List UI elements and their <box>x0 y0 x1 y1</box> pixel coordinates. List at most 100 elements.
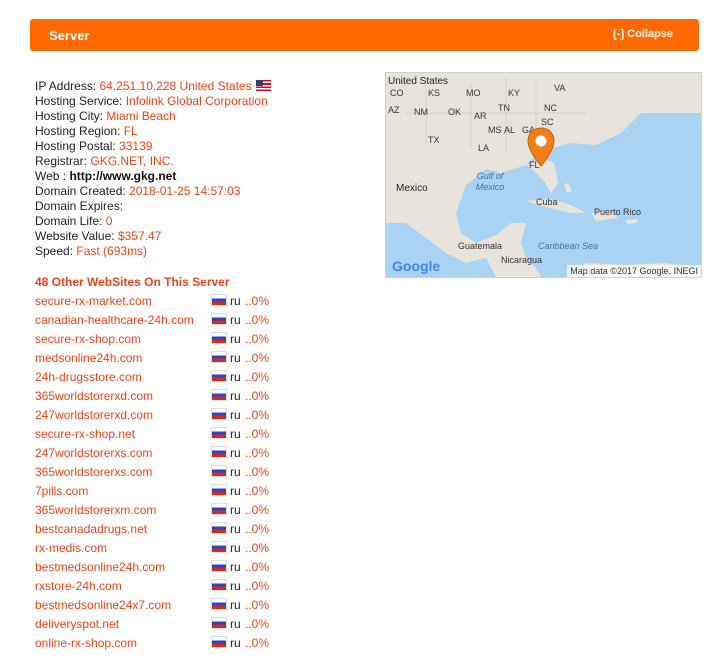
ip-address-value: 64.251.10.228 United States <box>99 79 252 93</box>
country-code: ru <box>230 294 241 308</box>
site-link[interactable]: 247worldstorerxs.com <box>35 446 152 460</box>
list-item: secure-rx-market.com ru ..0% <box>35 292 295 311</box>
country-code: ru <box>230 484 241 498</box>
site-link[interactable]: secure-rx-shop.com <box>35 332 141 346</box>
site-link[interactable]: 365worldstorerxm.com <box>35 503 156 517</box>
percentage-value: ..0% <box>245 351 270 365</box>
site-link[interactable]: secure-rx-shop.net <box>35 427 135 441</box>
percentage-value: ..0% <box>245 636 270 650</box>
location-marker-icon[interactable] <box>527 127 555 167</box>
site-link[interactable]: 247worldstorerxd.com <box>35 408 153 422</box>
country-code: ru <box>230 541 241 555</box>
list-item: medsonline24h.com ru ..0% <box>35 349 295 368</box>
hosting-service-label: Hosting Service: <box>35 94 126 108</box>
site-link[interactable]: bestmedsonline24h.com <box>35 560 165 574</box>
russia-flag-icon <box>211 541 227 553</box>
map-label-caribbean: Caribbean Sea <box>538 241 599 251</box>
country-code: ru <box>230 636 241 650</box>
site-link[interactable]: online-rx-shop.com <box>35 636 137 650</box>
domain-created-label: Domain Created: <box>35 184 130 198</box>
site-link[interactable]: 365worldstorerxs.com <box>35 465 152 479</box>
site-link[interactable]: rx-medis.com <box>35 541 107 555</box>
percentage-value: ..0% <box>245 503 270 517</box>
map-label-tx: TX <box>428 135 440 145</box>
country-code: ru <box>230 408 241 422</box>
map-label-puerto-rico: Puerto Rico <box>594 207 642 217</box>
domain-life-label: Domain Life: <box>35 214 106 228</box>
site-link[interactable]: rxstore-24h.com <box>35 579 122 593</box>
percentage-value: ..0% <box>245 332 270 346</box>
other-websites-list: secure-rx-market.com ru ..0% canadian-healt… <box>35 292 295 653</box>
site-link[interactable]: 365worldstorerxd.com <box>35 389 153 403</box>
site-link[interactable]: deliveryspot.net <box>35 617 119 631</box>
russia-flag-icon <box>211 503 227 515</box>
registrar-row: Registrar: GKG.NET, INC. <box>35 154 271 169</box>
map-label-va: VA <box>554 83 566 93</box>
domain-created-value: 2018-01-25 14:57:03 <box>129 184 241 198</box>
web-row: Web : http://www.gkg.net <box>35 169 271 184</box>
country-code: ru <box>230 351 241 365</box>
hosting-region-row: Hosting Region: FL <box>35 124 271 139</box>
site-link[interactable]: 24h-drugsstore.com <box>35 370 142 384</box>
hosting-region-label: Hosting Region: <box>35 124 124 138</box>
russia-flag-icon <box>211 389 227 401</box>
russia-flag-icon <box>211 579 227 591</box>
site-link[interactable]: secure-rx-market.com <box>35 294 152 308</box>
hosting-postal-value: 33139 <box>119 139 153 153</box>
list-item: secure-rx-shop.net ru ..0% <box>35 425 295 444</box>
map-label-ok: OK <box>448 107 462 117</box>
website-value-label: Website Value: <box>35 229 118 243</box>
hosting-service-row: Hosting Service: Infolink Global Corpora… <box>35 94 271 109</box>
speed-label: Speed: <box>35 244 77 258</box>
map-label-mo: MO <box>466 88 481 98</box>
percentage-value: ..0% <box>245 408 270 422</box>
google-logo-text: Google <box>392 258 441 274</box>
hosting-region-value: FL <box>123 124 138 138</box>
percentage-value: ..0% <box>245 427 270 441</box>
server-info: IP Address: 64.251.10.228 United States … <box>35 79 271 259</box>
list-item: deliveryspot.net ru ..0% <box>35 615 295 634</box>
country-code: ru <box>230 313 241 327</box>
registrar-value: GKG.NET, INC. <box>90 154 174 168</box>
russia-flag-icon <box>211 408 227 420</box>
percentage-value: ..0% <box>245 522 270 536</box>
map-label-mexico: Mexico <box>396 183 428 194</box>
site-link[interactable]: bestcanadadrugs.net <box>35 522 147 536</box>
collapse-button[interactable]: [-] Collapse <box>613 28 673 40</box>
list-item: secure-rx-shop.com ru ..0% <box>35 330 295 349</box>
site-link[interactable]: medsonline24h.com <box>35 351 142 365</box>
site-link[interactable]: bestmedsonline24x7.com <box>35 598 171 612</box>
list-item: bestcanadadrugs.net ru ..0% <box>35 520 295 539</box>
hosting-city-label: Hosting City: <box>35 109 107 123</box>
location-map[interactable]: United States CO KS MO KY VA AZ NM OK AR… <box>385 72 702 278</box>
russia-flag-icon <box>211 465 227 477</box>
percentage-value: ..0% <box>245 446 270 460</box>
map-label-us: United States <box>388 76 449 87</box>
other-websites-title: 48 Other WebSites On This Server <box>35 275 230 289</box>
map-label-sc: SC <box>541 117 554 127</box>
country-code: ru <box>230 579 241 593</box>
russia-flag-icon <box>211 617 227 629</box>
list-item: bestmedsonline24h.com ru ..0% <box>35 558 295 577</box>
country-code: ru <box>230 446 241 460</box>
country-code: ru <box>230 560 241 574</box>
map-label-cuba: Cuba <box>536 197 558 207</box>
speed-row: Speed: Fast (693ms) <box>35 244 271 259</box>
domain-expires-label: Domain Expires: <box>35 199 124 213</box>
map-label-tn: TN <box>498 103 510 113</box>
country-code: ru <box>230 465 241 479</box>
percentage-value: ..0% <box>245 465 270 479</box>
registrar-label: Registrar: <box>35 154 91 168</box>
site-link[interactable]: canadian-healthcare-24h.com <box>35 313 194 327</box>
russia-flag-icon <box>211 294 227 306</box>
percentage-value: ..0% <box>245 313 270 327</box>
map-label-gulf: Gulf of Mexico <box>475 171 505 192</box>
map-label-al: AL <box>504 125 516 135</box>
country-code: ru <box>230 370 241 384</box>
map-label-nicaragua: Nicaragua <box>501 255 543 265</box>
domain-life-row: Domain Life: 0 <box>35 214 271 229</box>
map-label-guatemala: Guatemala <box>458 241 503 251</box>
list-item: 365worldstorerxd.com ru ..0% <box>35 387 295 406</box>
site-link[interactable]: 7pills.com <box>35 484 88 498</box>
domain-expires-row: Domain Expires: <box>35 199 271 214</box>
